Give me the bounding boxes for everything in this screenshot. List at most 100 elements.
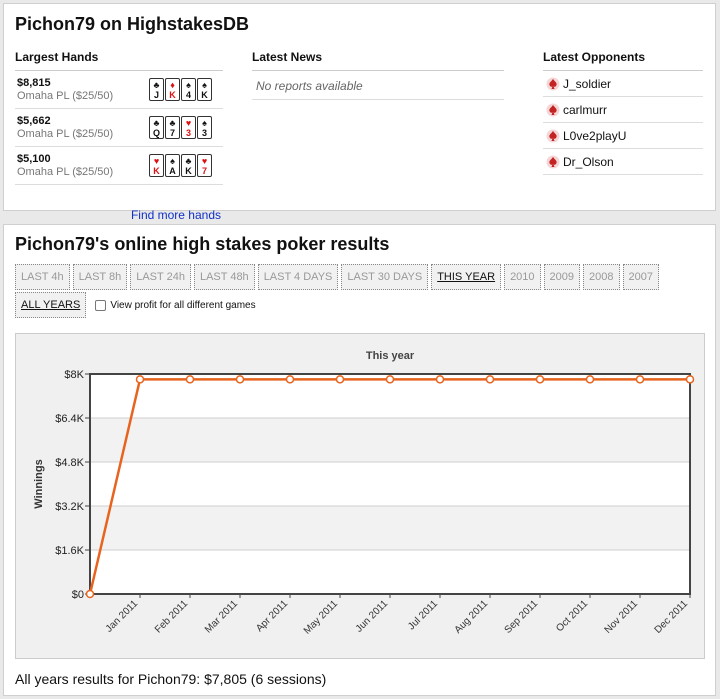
y-tick-label: $6.4K <box>55 413 84 425</box>
hand-row[interactable]: $5,662 Omaha PL ($25/50) ♣ Q ♣ 7 ♥ 3 ♠ 3 <box>15 109 223 147</box>
results-summary: All years results for Pichon79: $7,805 (… <box>15 671 327 687</box>
opponents-list: J_soldier carlmurr L0ve2playU Dr_Olson <box>543 71 703 175</box>
tab-2007[interactable]: 2007 <box>622 264 659 290</box>
tab-this-year[interactable]: THIS YEAR <box>431 264 502 290</box>
data-point <box>485 375 495 384</box>
tab-last-8h[interactable]: LAST 8h <box>72 264 128 290</box>
tab-last-4h[interactable]: LAST 4h <box>15 264 70 290</box>
opponent-item[interactable]: Dr_Olson <box>543 149 703 175</box>
hand-game: Omaha PL ($25/50) <box>17 128 114 140</box>
playing-card: ♦ K <box>165 78 180 101</box>
hand-row[interactable]: $5,100 Omaha PL ($25/50) ♥ K ♠ A ♣ K ♥ 7 <box>15 147 223 185</box>
x-tick-label: Oct 2011 <box>554 598 590 634</box>
view-profit-label: View profit for all different games <box>110 299 256 311</box>
view-profit-checkbox[interactable] <box>95 299 107 311</box>
poker-chip-icon <box>543 103 563 117</box>
view-profit-option: View profit for all different games <box>95 292 256 318</box>
opponent-item[interactable]: L0ve2playU <box>543 123 703 149</box>
page-title: Pichon79 on HighstakesDB <box>15 14 250 34</box>
poker-chip-icon <box>543 155 563 169</box>
time-range-tabs: LAST 4h LAST 8h LAST 24h LAST 48h LAST 4 DAY… <box>15 264 659 290</box>
x-tick-label: Feb 2011 <box>153 598 190 635</box>
latest-news-heading: Latest News <box>252 49 504 71</box>
opponent-name: L0ve2playU <box>563 128 627 143</box>
data-point <box>185 375 195 384</box>
card-suit-icon: ♥ <box>201 156 208 166</box>
card-rank: 3 <box>201 128 207 138</box>
hand-cards: ♣ Q ♣ 7 ♥ 3 ♠ 3 <box>149 116 212 139</box>
latest-news-section: Latest News No reports available <box>252 49 504 100</box>
card-suit-icon: ♣ <box>153 118 160 128</box>
card-rank: J <box>153 90 159 100</box>
tab-all-years[interactable]: ALL YEARS <box>15 292 87 318</box>
playing-card: ♠ K <box>197 78 212 101</box>
hand-cards: ♣ J ♦ K ♠ 4 ♠ K <box>149 78 212 101</box>
data-point <box>285 375 295 384</box>
playing-card: ♣ K <box>181 154 196 177</box>
playing-card: ♣ 7 <box>165 116 180 139</box>
data-point <box>385 375 395 384</box>
playing-card: ♥ K <box>149 154 164 177</box>
card-rank: K <box>201 90 208 100</box>
y-tick-label: $1.6K <box>55 545 84 557</box>
opponent-name: Dr_Olson <box>563 154 614 169</box>
x-tick-label: Sep 2011 <box>503 598 541 636</box>
card-suit-icon: ♠ <box>202 118 207 128</box>
tab-2010[interactable]: 2010 <box>504 264 541 290</box>
x-tick-label: Jul 2011 <box>406 598 440 632</box>
poker-chip-icon <box>543 77 563 91</box>
y-tick-label: $0 <box>72 589 84 601</box>
chart-title: This year <box>366 350 415 362</box>
card-suit-icon: ♥ <box>153 156 160 166</box>
playing-card: ♠ 3 <box>197 116 212 139</box>
hand-amount: $5,100 <box>17 153 51 165</box>
time-range-tabs-row2: ALL YEARS View profit for all different … <box>15 292 256 318</box>
player-summary-panel: Pichon79 on HighstakesDB Largest Hands $… <box>3 3 716 222</box>
data-point <box>335 375 345 384</box>
card-suit-icon: ♣ <box>153 80 160 90</box>
tab-last-24h[interactable]: LAST 24h <box>130 264 191 290</box>
data-point <box>535 375 545 384</box>
tab-last-30-days[interactable]: LAST 30 DAYS <box>341 264 429 290</box>
card-rank: 7 <box>169 128 175 138</box>
opponent-item[interactable]: carlmurr <box>543 97 703 123</box>
tab-2008[interactable]: 2008 <box>583 264 620 290</box>
hand-amount: $8,815 <box>17 77 51 89</box>
opponent-item[interactable]: J_soldier <box>543 71 703 97</box>
card-rank: 3 <box>185 128 191 138</box>
hand-game: Omaha PL ($25/50) <box>17 90 114 102</box>
data-point <box>435 375 445 384</box>
playing-card: ♠ 4 <box>181 78 196 101</box>
data-point <box>85 589 95 599</box>
card-rank: K <box>185 166 192 176</box>
x-tick-label: Mar 2011 <box>203 598 240 635</box>
card-rank: Q <box>152 128 160 138</box>
results-title: Pichon79's online high stakes poker resu… <box>15 234 390 254</box>
find-more-hands-link[interactable]: Find more hands <box>131 208 221 222</box>
card-rank: A <box>169 166 176 176</box>
card-suit-icon: ♣ <box>185 156 192 166</box>
tab-2009[interactable]: 2009 <box>543 264 581 290</box>
results-panel: Pichon79's online high stakes poker resu… <box>3 224 716 696</box>
card-rank: 4 <box>185 90 191 100</box>
data-point <box>585 375 595 384</box>
winnings-chart: $0 $1.6K $3.2K $4.8K $6.4K $8K This year Winnin… <box>33 350 695 637</box>
tab-last-48h[interactable]: LAST 48h <box>193 264 255 290</box>
hand-cards: ♥ K ♠ A ♣ K ♥ 7 <box>149 154 212 177</box>
latest-opponents-section: Latest Opponents J_soldier carlmurr L0ve2p… <box>543 49 703 175</box>
card-suit-icon: ♠ <box>170 156 175 166</box>
card-suit-icon: ♣ <box>169 118 176 128</box>
playing-card: ♥ 3 <box>181 116 196 139</box>
x-tick-label: Jan 2011 <box>104 598 141 635</box>
y-tick-label: $3.2K <box>55 501 84 513</box>
largest-hands-section: Largest Hands $8,815 Omaha PL ($25/50) ♣ J ♦… <box>15 49 223 222</box>
data-point <box>135 375 145 384</box>
card-suit-icon: ♦ <box>170 80 175 90</box>
data-point <box>635 375 645 384</box>
hand-row[interactable]: $8,815 Omaha PL ($25/50) ♣ J ♦ K ♠ 4 ♠ K <box>15 71 223 109</box>
tab-last-4-days[interactable]: LAST 4 DAYS <box>257 264 339 290</box>
card-suit-icon: ♥ <box>185 118 192 128</box>
poker-chip-icon <box>543 129 563 143</box>
playing-card: ♠ A <box>165 154 180 177</box>
card-suit-icon: ♠ <box>202 80 207 90</box>
